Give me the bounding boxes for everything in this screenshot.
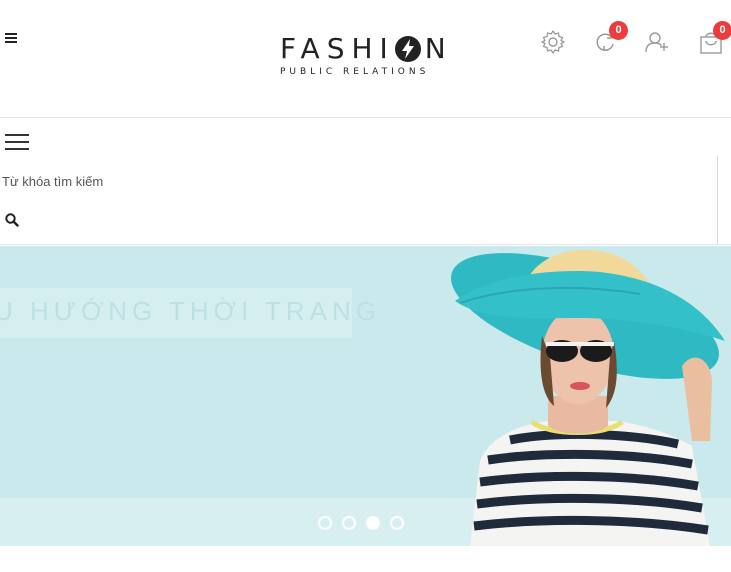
cart-button[interactable]: 0 [698,21,731,55]
search-input[interactable] [2,170,302,192]
model-image [451,249,725,546]
slide-dot-3[interactable] [366,516,380,530]
search-icon[interactable] [5,213,21,229]
slide-dot-1[interactable] [318,516,332,530]
slide-dot-2[interactable] [342,516,356,530]
logo[interactable]: FASHI N PUBLIC RELATIONS [280,34,460,80]
user-plus-icon[interactable] [644,29,670,55]
compare-button[interactable]: 0 [592,21,628,55]
logo-wordmark: FASHI N [280,32,453,65]
slider-pagination [318,516,404,530]
slide-headline: U HƯỚNG THỜI TRANG [0,296,381,326]
slide-dot-4[interactable] [390,516,404,530]
divider [717,156,718,245]
navigation-bar [0,118,731,245]
bars-icon[interactable] [5,33,17,43]
gear-icon[interactable] [540,29,566,55]
menu-toggle-icon[interactable] [5,134,29,151]
cart-count-badge: 0 [713,21,731,40]
lightning-bolt-icon [394,36,421,62]
compare-count-badge: 0 [609,21,628,40]
hero-slider[interactable]: U HƯỚNG THỜI TRANG [0,246,731,546]
site-header: FASHI N PUBLIC RELATIONS 0 0 [0,0,731,118]
logo-tagline: PUBLIC RELATIONS [280,67,430,77]
